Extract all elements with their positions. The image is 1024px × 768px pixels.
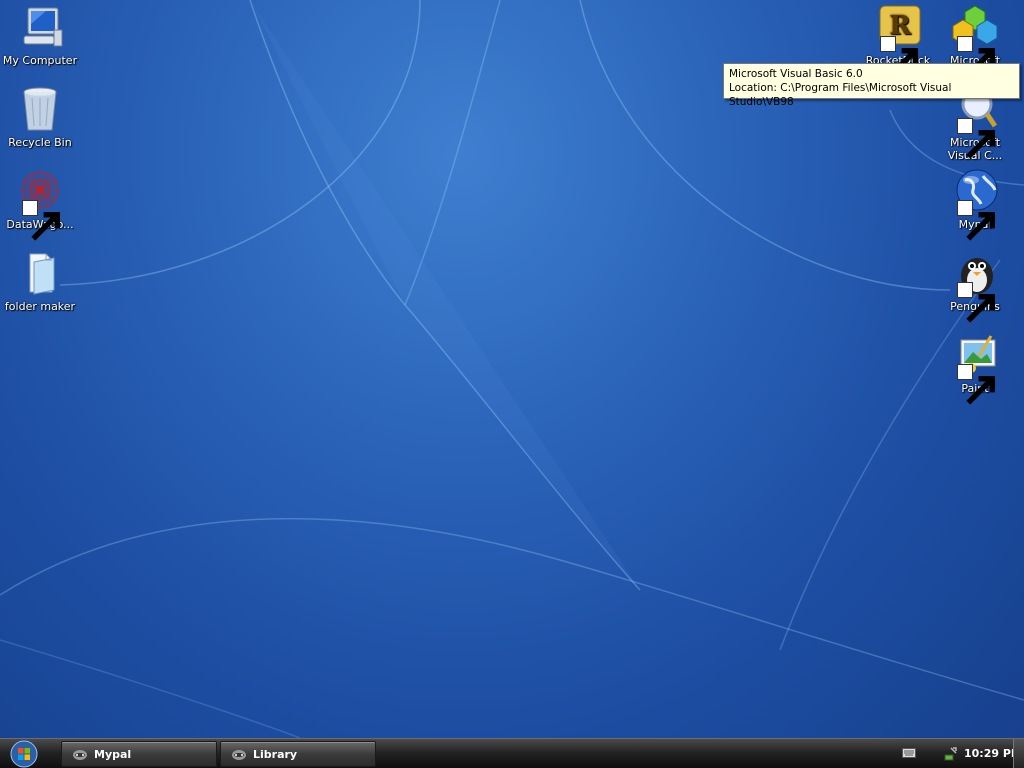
penguin-icon — [951, 250, 999, 323]
taskbar-button-label: Mypal — [94, 747, 132, 761]
desktop-icon-recycle-bin[interactable]: Recycle Bin — [0, 86, 80, 149]
taskbar-button-library[interactable]: Library — [220, 741, 376, 767]
taskbar: Mypal Library 10:29 PM — [0, 738, 1024, 768]
desktop-icon-my-computer[interactable]: My Computer — [0, 4, 80, 67]
taskbar-button-mypal[interactable]: Mypal — [61, 741, 217, 767]
raccoon-icon — [232, 750, 246, 760]
desktop-icon-visual-basic[interactable]: Microsoft — [935, 4, 1015, 77]
shortcut-arrow-icon — [957, 200, 996, 241]
desktop-icon-paint[interactable]: Paint — [935, 332, 1015, 405]
desktop-icon-label: My Computer — [2, 54, 78, 67]
desktop-icon-folder-maker[interactable]: folder maker — [0, 250, 80, 313]
taskbar-button-label: Library — [253, 747, 298, 761]
shortcut-arrow-icon — [957, 282, 996, 323]
tooltip-title: Microsoft Visual Basic 6.0 — [729, 68, 863, 80]
show-desktop-button[interactable] — [1013, 739, 1024, 768]
recycle-bin-icon — [16, 86, 64, 134]
visual-basic-icon — [951, 4, 999, 77]
system-tray: 10:29 PM — [888, 739, 1024, 768]
rocketdock-icon: R — [874, 4, 922, 77]
tooltip-location: Location: C:\Program Files\Microsoft Vis… — [729, 82, 952, 108]
icon-tooltip: Microsoft Visual Basic 6.0 Location: C:\… — [723, 63, 1020, 108]
keyboard-icon[interactable] — [902, 748, 916, 758]
network-icon[interactable] — [942, 746, 958, 762]
computer-icon — [16, 4, 64, 52]
desktop-icon-label: folder maker — [4, 300, 76, 313]
start-button[interactable] — [6, 739, 42, 768]
desktop-icon-rocketdock[interactable]: R RocketDock — [858, 4, 938, 77]
paint-icon — [951, 332, 999, 405]
shortcut-arrow-icon — [957, 364, 996, 405]
globe-icon — [951, 168, 999, 241]
windows-orb-icon — [10, 740, 38, 768]
desktop-icon-mypal[interactable]: Mypal — [935, 168, 1015, 241]
shortcut-arrow-icon — [957, 36, 996, 77]
raccoon-icon — [73, 750, 87, 760]
desktop-icon-label: Recycle Bin — [8, 136, 72, 149]
folder-icon — [16, 250, 64, 298]
shortcut-arrow-icon — [880, 36, 919, 77]
desktop-icon-penguins[interactable]: Penguins — [935, 250, 1015, 323]
shortcut-arrow-icon — [22, 200, 61, 241]
shortcut-arrow-icon — [957, 118, 996, 159]
desktop-wallpaper — [0, 0, 1024, 738]
desktop-icon-datawagon[interactable]: DataWago... — [0, 168, 80, 241]
datawagon-icon — [16, 168, 64, 241]
